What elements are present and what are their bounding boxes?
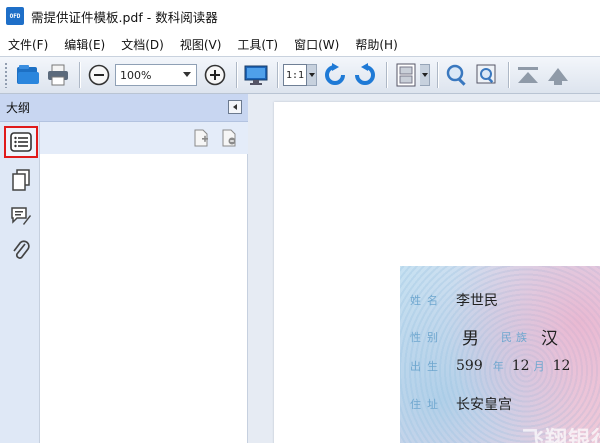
search-button[interactable] — [443, 61, 471, 89]
title-bar: OFD 需提供证件模板.pdf - 数科阅读器 — [0, 0, 600, 32]
fullscreen-icon — [244, 65, 268, 85]
pages-icon — [12, 169, 30, 191]
birth-year: 599 — [456, 358, 483, 374]
actual-size-button[interactable]: 1:1 — [283, 64, 307, 86]
birth-month: 12 — [511, 358, 530, 374]
outline-panel-title: 大纲 — [6, 101, 31, 115]
window-title: 需提供证件模板.pdf - 数科阅读器 — [31, 9, 218, 25]
collapse-panel-button[interactable] — [228, 100, 242, 114]
page-layout-button[interactable] — [392, 61, 420, 89]
toolbar: 100% 1:1 — [0, 56, 600, 94]
zoom-tool-button[interactable] — [473, 61, 501, 89]
sidebar-pages-button[interactable] — [4, 164, 38, 196]
menu-file[interactable]: 文件(F) — [8, 36, 48, 53]
toolbar-separator — [437, 62, 438, 88]
birth-day: 12 — [552, 358, 571, 374]
annotations-icon — [11, 207, 31, 225]
fullscreen-button[interactable] — [242, 61, 270, 89]
zoom-in-button[interactable] — [201, 61, 229, 89]
document-page: 姓名 李世民 性别 男 民族 汉 出生 599 年 12 月 12 住址 长安皇… — [274, 102, 600, 443]
rotate-left-button[interactable] — [321, 61, 349, 89]
open-button[interactable] — [14, 61, 42, 89]
toolbar-separator — [79, 62, 80, 88]
name-row: 姓名 李世民 — [410, 290, 498, 310]
actual-size-dropdown[interactable] — [307, 64, 317, 86]
zoom-out-icon — [88, 64, 110, 86]
app-icon: OFD — [6, 7, 24, 25]
menu-tools[interactable]: 工具(T) — [237, 36, 278, 53]
search-icon — [446, 64, 466, 86]
first-page-icon — [518, 67, 538, 83]
menu-bar: 文件(F) 编辑(E) 文档(D) 视图(V) 工具(T) 窗口(W) 帮助(H… — [0, 32, 600, 56]
name-label: 姓名 — [410, 294, 444, 307]
attachments-icon — [13, 240, 30, 259]
toolbar-separator — [277, 62, 278, 88]
address-row: 住址 长安皇宫 — [410, 394, 512, 414]
delete-bookmark-icon — [222, 129, 236, 147]
menu-help[interactable]: 帮助(H) — [355, 36, 397, 53]
outline-panel-header: 大纲 — [0, 94, 248, 122]
gender-ethnicity-row: 性别 男 民族 汉 — [410, 324, 558, 349]
month-label: 月 — [533, 360, 549, 373]
menu-window[interactable]: 窗口(W) — [294, 36, 339, 53]
birth-row: 出生 599 年 12 月 12 — [410, 358, 570, 374]
rotate-left-icon — [325, 63, 345, 85]
delete-bookmark-button[interactable] — [218, 127, 240, 149]
toolbar-grip[interactable] — [4, 62, 8, 88]
gender-value: 男 — [462, 329, 479, 349]
print-button[interactable] — [44, 61, 72, 89]
ethnicity-value: 汉 — [541, 329, 558, 349]
address-value: 长安皇宫 — [456, 397, 512, 413]
add-bookmark-button[interactable] — [190, 127, 212, 149]
outline-icon — [10, 132, 32, 152]
birth-label: 出生 — [410, 360, 444, 373]
zoom-level-value: 100% — [120, 68, 152, 82]
menu-edit[interactable]: 编辑(E) — [64, 36, 105, 53]
toolbar-separator — [386, 62, 387, 88]
ethnicity-label: 民族 — [501, 330, 531, 344]
add-bookmark-icon — [194, 129, 208, 147]
chevron-down-icon — [308, 73, 315, 77]
first-page-button[interactable] — [514, 61, 542, 89]
page-layout-dropdown[interactable] — [420, 64, 430, 86]
outline-tree[interactable] — [40, 154, 248, 443]
chevron-left-icon — [233, 104, 237, 110]
zoom-in-icon — [204, 64, 226, 86]
page-layout-icon — [396, 63, 416, 87]
chevron-down-icon — [421, 73, 428, 77]
previous-page-icon — [548, 68, 568, 85]
sidebar-attachments-button[interactable] — [4, 234, 38, 266]
menu-view[interactable]: 视图(V) — [180, 36, 222, 53]
year-label: 年 — [492, 360, 508, 373]
outline-panel-toolbar — [40, 122, 248, 154]
sidebar-icon-strip — [0, 122, 40, 443]
print-icon — [48, 64, 68, 86]
rotate-right-icon — [355, 63, 375, 85]
toolbar-separator — [236, 62, 237, 88]
gender-label: 性别 — [410, 330, 444, 344]
name-value: 李世民 — [456, 293, 498, 309]
zoom-level-select[interactable]: 100% — [115, 64, 197, 86]
previous-page-button[interactable] — [544, 61, 572, 89]
chevron-down-icon — [183, 72, 191, 77]
rotate-right-button[interactable] — [351, 61, 379, 89]
zoom-tool-icon — [476, 64, 496, 84]
address-label: 住址 — [410, 398, 444, 411]
sidebar-annotations-button[interactable] — [4, 200, 38, 232]
toolbar-separator — [508, 62, 509, 88]
watermark: 飞翔银行 — [521, 428, 600, 443]
open-icon — [17, 65, 39, 84]
menu-document[interactable]: 文档(D) — [121, 36, 164, 53]
id-card-image: 姓名 李世民 性别 男 民族 汉 出生 599 年 12 月 12 住址 长安皇… — [400, 266, 600, 443]
sidebar-outline-button[interactable] — [4, 126, 38, 158]
zoom-out-button[interactable] — [85, 61, 113, 89]
document-viewport[interactable]: 姓名 李世民 性别 男 民族 汉 出生 599 年 12 月 12 住址 长安皇… — [248, 94, 600, 443]
